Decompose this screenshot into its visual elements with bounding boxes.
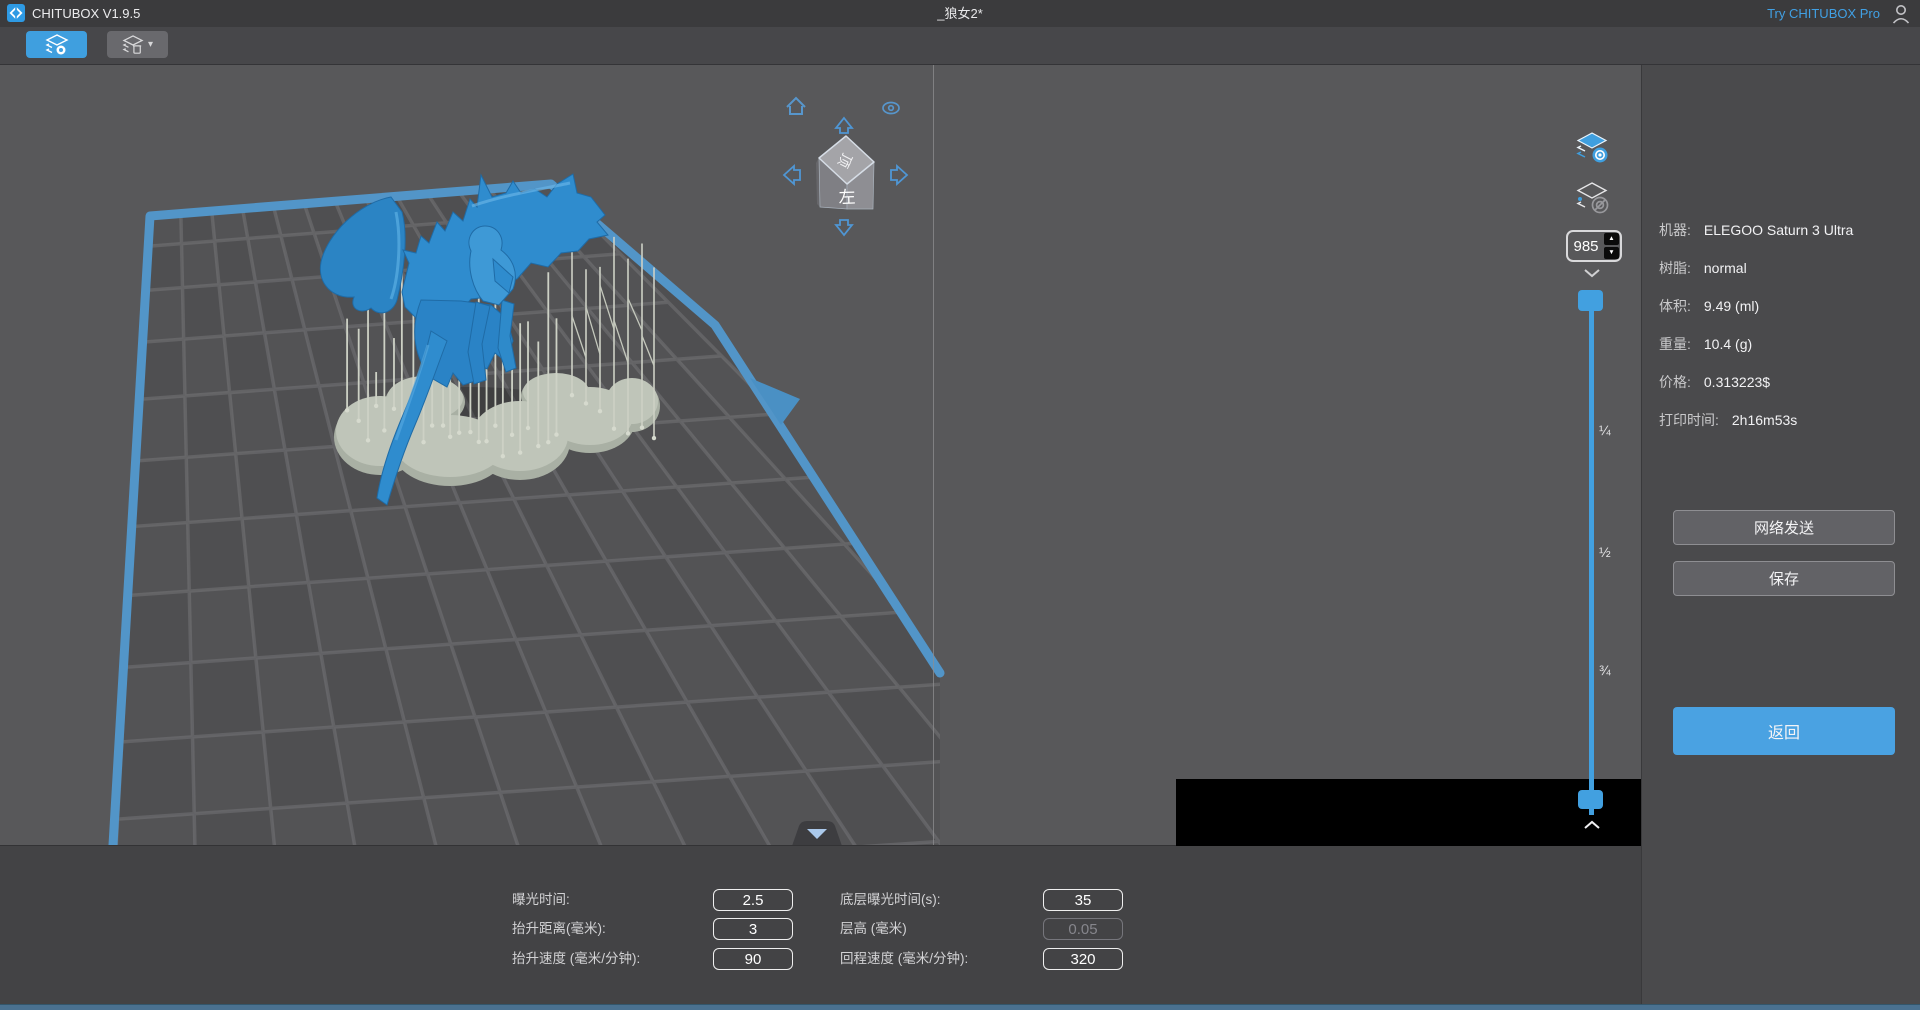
save-button[interactable]: 保存 <box>1673 561 1895 596</box>
lift-distance-label: 抬升距离(毫米): <box>512 918 606 940</box>
stat-price: 价格:0.313223$ <box>1659 363 1909 401</box>
stat-weight: 重量:10.4 (g) <box>1659 325 1909 363</box>
toolbar: ▾ <box>0 27 1920 65</box>
chitubox-logo-icon <box>7 4 25 22</box>
stat-print-time: 打印时间:2h16m53s <box>1659 401 1909 439</box>
arrow-down-icon[interactable] <box>836 220 852 235</box>
slider-mark-three-quarter: ¾ <box>1599 662 1629 678</box>
exposure-time-label: 曝光时间: <box>512 889 570 911</box>
bottom-exposure-input[interactable] <box>1043 889 1123 911</box>
slice-preview-area <box>1176 779 1641 846</box>
slider-mark-half: ½ <box>1599 544 1629 560</box>
layers-hidden-icon[interactable] <box>1574 181 1610 215</box>
layer-slider-track[interactable] <box>1589 300 1594 815</box>
account-icon[interactable] <box>1890 2 1912 24</box>
layer-height-input <box>1043 918 1123 940</box>
chevron-down-icon[interactable]: ▾ <box>148 39 153 50</box>
viewport-splitter[interactable] <box>933 65 934 845</box>
stat-machine: 机器:ELEGOO Saturn 3 Ultra <box>1659 211 1909 249</box>
layer-height-label: 层高 (毫米) <box>840 918 907 940</box>
retract-speed-label: 回程速度 (毫米/分钟): <box>840 948 968 970</box>
slider-mark-quarter: ¼ <box>1599 422 1629 438</box>
print-settings-panel: 曝光时间: 抬升距离(毫米): 抬升速度 (毫米/分钟): 底层曝光时间(s):… <box>0 845 1641 1006</box>
layer-slider-bottom-handle[interactable] <box>1578 790 1603 809</box>
network-send-button[interactable]: 网络发送 <box>1673 510 1895 545</box>
lift-speed-label: 抬升速度 (毫米/分钟): <box>512 948 640 970</box>
app-version-title: CHITUBOX V1.9.5 <box>32 0 140 27</box>
window-bottom-strip <box>0 1004 1920 1010</box>
back-button[interactable]: 返回 <box>1673 707 1895 755</box>
stat-resin: 树脂:normal <box>1659 249 1909 287</box>
arrow-up-icon[interactable] <box>836 118 852 133</box>
title-bar: CHITUBOX V1.9.5 _狼女2* Try CHITUBOX Pro <box>0 0 1920 28</box>
3d-scene-canvas[interactable]: 顶 左 <box>0 65 1641 845</box>
spin-up-button[interactable]: ▲ <box>1604 233 1619 245</box>
build-plate <box>100 184 1420 845</box>
chevron-up-icon[interactable] <box>1583 820 1601 830</box>
home-icon[interactable] <box>787 98 805 114</box>
cube-front-face-label: 左 <box>838 188 856 208</box>
nav-cube[interactable]: 顶 左 <box>816 136 874 209</box>
bottom-exposure-label: 底层曝光时间(s): <box>840 889 941 911</box>
chevron-down-icon[interactable] <box>1583 268 1601 278</box>
viewport: 顶 左 985 ▲ ▼ <box>0 65 1641 845</box>
eye-icon[interactable] <box>883 103 899 114</box>
lift-distance-input[interactable] <box>713 918 793 940</box>
document-title: _狼女2* <box>0 0 1920 27</box>
arrow-right-icon[interactable] <box>891 166 907 184</box>
arrow-left-icon[interactable] <box>784 166 800 184</box>
nav-cube-cluster[interactable]: 顶 左 <box>784 98 907 235</box>
print-stats: 机器:ELEGOO Saturn 3 Ultra 树脂:normal 体积:9.… <box>1659 211 1909 439</box>
spin-down-button[interactable]: ▼ <box>1604 247 1619 259</box>
layers-visible-icon[interactable] <box>1574 131 1610 165</box>
slice-layers-view-icon <box>45 34 69 56</box>
exposure-time-input[interactable] <box>713 889 793 911</box>
lift-speed-input[interactable] <box>713 948 793 970</box>
stat-volume: 体积:9.49 (ml) <box>1659 287 1909 325</box>
layer-number-spinner[interactable]: 985 ▲ ▼ <box>1566 230 1622 262</box>
retract-speed-input[interactable] <box>1043 948 1123 970</box>
try-pro-link[interactable]: Try CHITUBOX Pro <box>1767 0 1880 27</box>
slice-layers-delete-icon <box>122 35 144 55</box>
info-panel: 机器:ELEGOO Saturn 3 Ultra 树脂:normal 体积:9.… <box>1641 65 1920 1010</box>
layer-number-value[interactable]: 985 <box>1568 238 1604 255</box>
delete-slice-button[interactable]: ▾ <box>107 31 168 58</box>
slice-view-button[interactable] <box>26 31 87 58</box>
